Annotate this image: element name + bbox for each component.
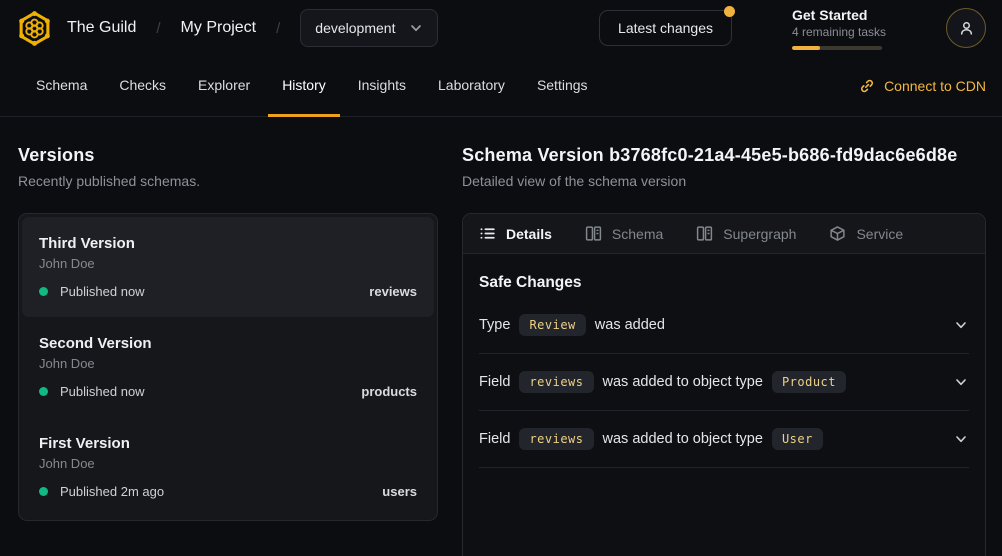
tab-history[interactable]: History xyxy=(268,56,340,117)
change-target-badge: Product xyxy=(772,371,846,393)
get-started-progressbar xyxy=(792,46,882,50)
service-name: products xyxy=(361,384,417,399)
version-title: First Version xyxy=(39,435,417,452)
change-name-badge: reviews xyxy=(519,428,593,450)
chevron-down-icon xyxy=(409,21,423,35)
detail-tab-service[interactable]: Service xyxy=(829,225,903,242)
get-started-subtitle: 4 remaining tasks xyxy=(792,25,884,39)
tab-explorer[interactable]: Explorer xyxy=(184,56,264,117)
detail-tab-label: Service xyxy=(856,226,903,242)
brand: The Guild xyxy=(16,10,136,47)
version-detail-title: Schema Version b3768fc0-21a4-45e5-b686-f… xyxy=(462,145,986,166)
service-name: reviews xyxy=(369,284,417,299)
connect-to-cdn-link[interactable]: Connect to CDN xyxy=(859,56,986,116)
user-icon xyxy=(958,20,975,37)
tab-checks[interactable]: Checks xyxy=(105,56,180,117)
project-nav: Schema Checks Explorer History Insights … xyxy=(0,56,1002,117)
cube-icon xyxy=(829,225,846,242)
version-author: John Doe xyxy=(39,256,417,271)
change-row[interactable]: Field reviews was added to object type P… xyxy=(479,354,969,411)
change-kind: Field xyxy=(479,374,510,390)
chevron-down-icon[interactable] xyxy=(953,431,969,447)
version-author: John Doe xyxy=(39,356,417,371)
version-title: Second Version xyxy=(39,335,417,352)
user-avatar-button[interactable] xyxy=(946,8,986,48)
detail-tab-supergraph[interactable]: Supergraph xyxy=(696,225,796,242)
change-row[interactable]: Type Review was added xyxy=(479,297,969,354)
notification-dot xyxy=(724,6,735,17)
version-detail-card: Details Schema xyxy=(462,213,986,556)
version-detail-panel: Schema Version b3768fc0-21a4-45e5-b686-f… xyxy=(462,145,986,556)
change-row[interactable]: Field reviews was added to object type U… xyxy=(479,411,969,468)
version-list-item[interactable]: First Version John Doe Published 2m ago … xyxy=(22,417,434,517)
change-name-badge: Review xyxy=(519,314,585,336)
columns-icon xyxy=(696,225,713,242)
breadcrumb-project[interactable]: My Project xyxy=(181,19,257,37)
change-target-badge: User xyxy=(772,428,823,450)
latest-changes-button[interactable]: Latest changes xyxy=(599,10,732,46)
get-started-title: Get Started xyxy=(792,7,884,23)
tab-schema[interactable]: Schema xyxy=(22,56,101,117)
change-description: was added to object type xyxy=(603,374,763,390)
breadcrumb-separator: / xyxy=(270,20,286,37)
detail-body: Safe Changes Type Review was added Field… xyxy=(463,274,985,468)
detail-tab-details[interactable]: Details xyxy=(479,225,552,242)
published-status-dot xyxy=(39,487,48,496)
progress-fill xyxy=(792,46,820,50)
detail-tab-label: Details xyxy=(506,226,552,242)
detail-tab-schema[interactable]: Schema xyxy=(585,225,663,242)
tab-laboratory[interactable]: Laboratory xyxy=(424,56,519,117)
service-name: users xyxy=(382,484,417,499)
detail-tab-label: Schema xyxy=(612,226,663,242)
published-status: Published now xyxy=(60,384,145,399)
change-kind: Field xyxy=(479,431,510,447)
connect-to-cdn-label: Connect to CDN xyxy=(884,78,986,94)
change-description: was added xyxy=(595,317,665,333)
safe-changes-heading: Safe Changes xyxy=(479,274,969,292)
change-description: was added to object type xyxy=(603,431,763,447)
breadcrumb-separator: / xyxy=(150,20,166,37)
version-title: Third Version xyxy=(39,235,417,252)
guild-logo-icon[interactable] xyxy=(16,10,53,47)
tab-insights[interactable]: Insights xyxy=(344,56,420,117)
nav-tabs: Schema Checks Explorer History Insights … xyxy=(22,56,602,116)
columns-icon xyxy=(585,225,602,242)
versions-panel: Versions Recently published schemas. Thi… xyxy=(18,145,438,556)
target-selector-dropdown[interactable]: development xyxy=(300,9,438,47)
list-icon xyxy=(479,225,496,242)
version-author: John Doe xyxy=(39,456,417,471)
published-status-dot xyxy=(39,387,48,396)
versions-list: Third Version John Doe Published now rev… xyxy=(18,213,438,521)
detail-tabs: Details Schema xyxy=(463,214,985,254)
version-list-item[interactable]: Second Version John Doe Published now pr… xyxy=(22,317,434,417)
chevron-down-icon[interactable] xyxy=(953,374,969,390)
top-header: The Guild / My Project / development Lat… xyxy=(0,0,1002,56)
versions-title: Versions xyxy=(18,145,438,166)
version-detail-subtitle: Detailed view of the schema version xyxy=(462,173,986,189)
versions-subtitle: Recently published schemas. xyxy=(18,173,438,189)
published-status: Published 2m ago xyxy=(60,484,164,499)
target-selector-value: development xyxy=(315,20,395,36)
main-content: Versions Recently published schemas. Thi… xyxy=(0,117,1002,556)
published-status: Published now xyxy=(60,284,145,299)
chevron-down-icon[interactable] xyxy=(953,317,969,333)
change-name-badge: reviews xyxy=(519,371,593,393)
detail-tab-label: Supergraph xyxy=(723,226,796,242)
link-icon xyxy=(859,78,875,94)
version-list-item[interactable]: Third Version John Doe Published now rev… xyxy=(22,217,434,317)
get-started-widget[interactable]: Get Started 4 remaining tasks xyxy=(792,7,884,50)
change-kind: Type xyxy=(479,317,510,333)
published-status-dot xyxy=(39,287,48,296)
tab-settings[interactable]: Settings xyxy=(523,56,602,117)
breadcrumb-org[interactable]: The Guild xyxy=(67,19,136,37)
latest-changes-label: Latest changes xyxy=(618,20,713,36)
